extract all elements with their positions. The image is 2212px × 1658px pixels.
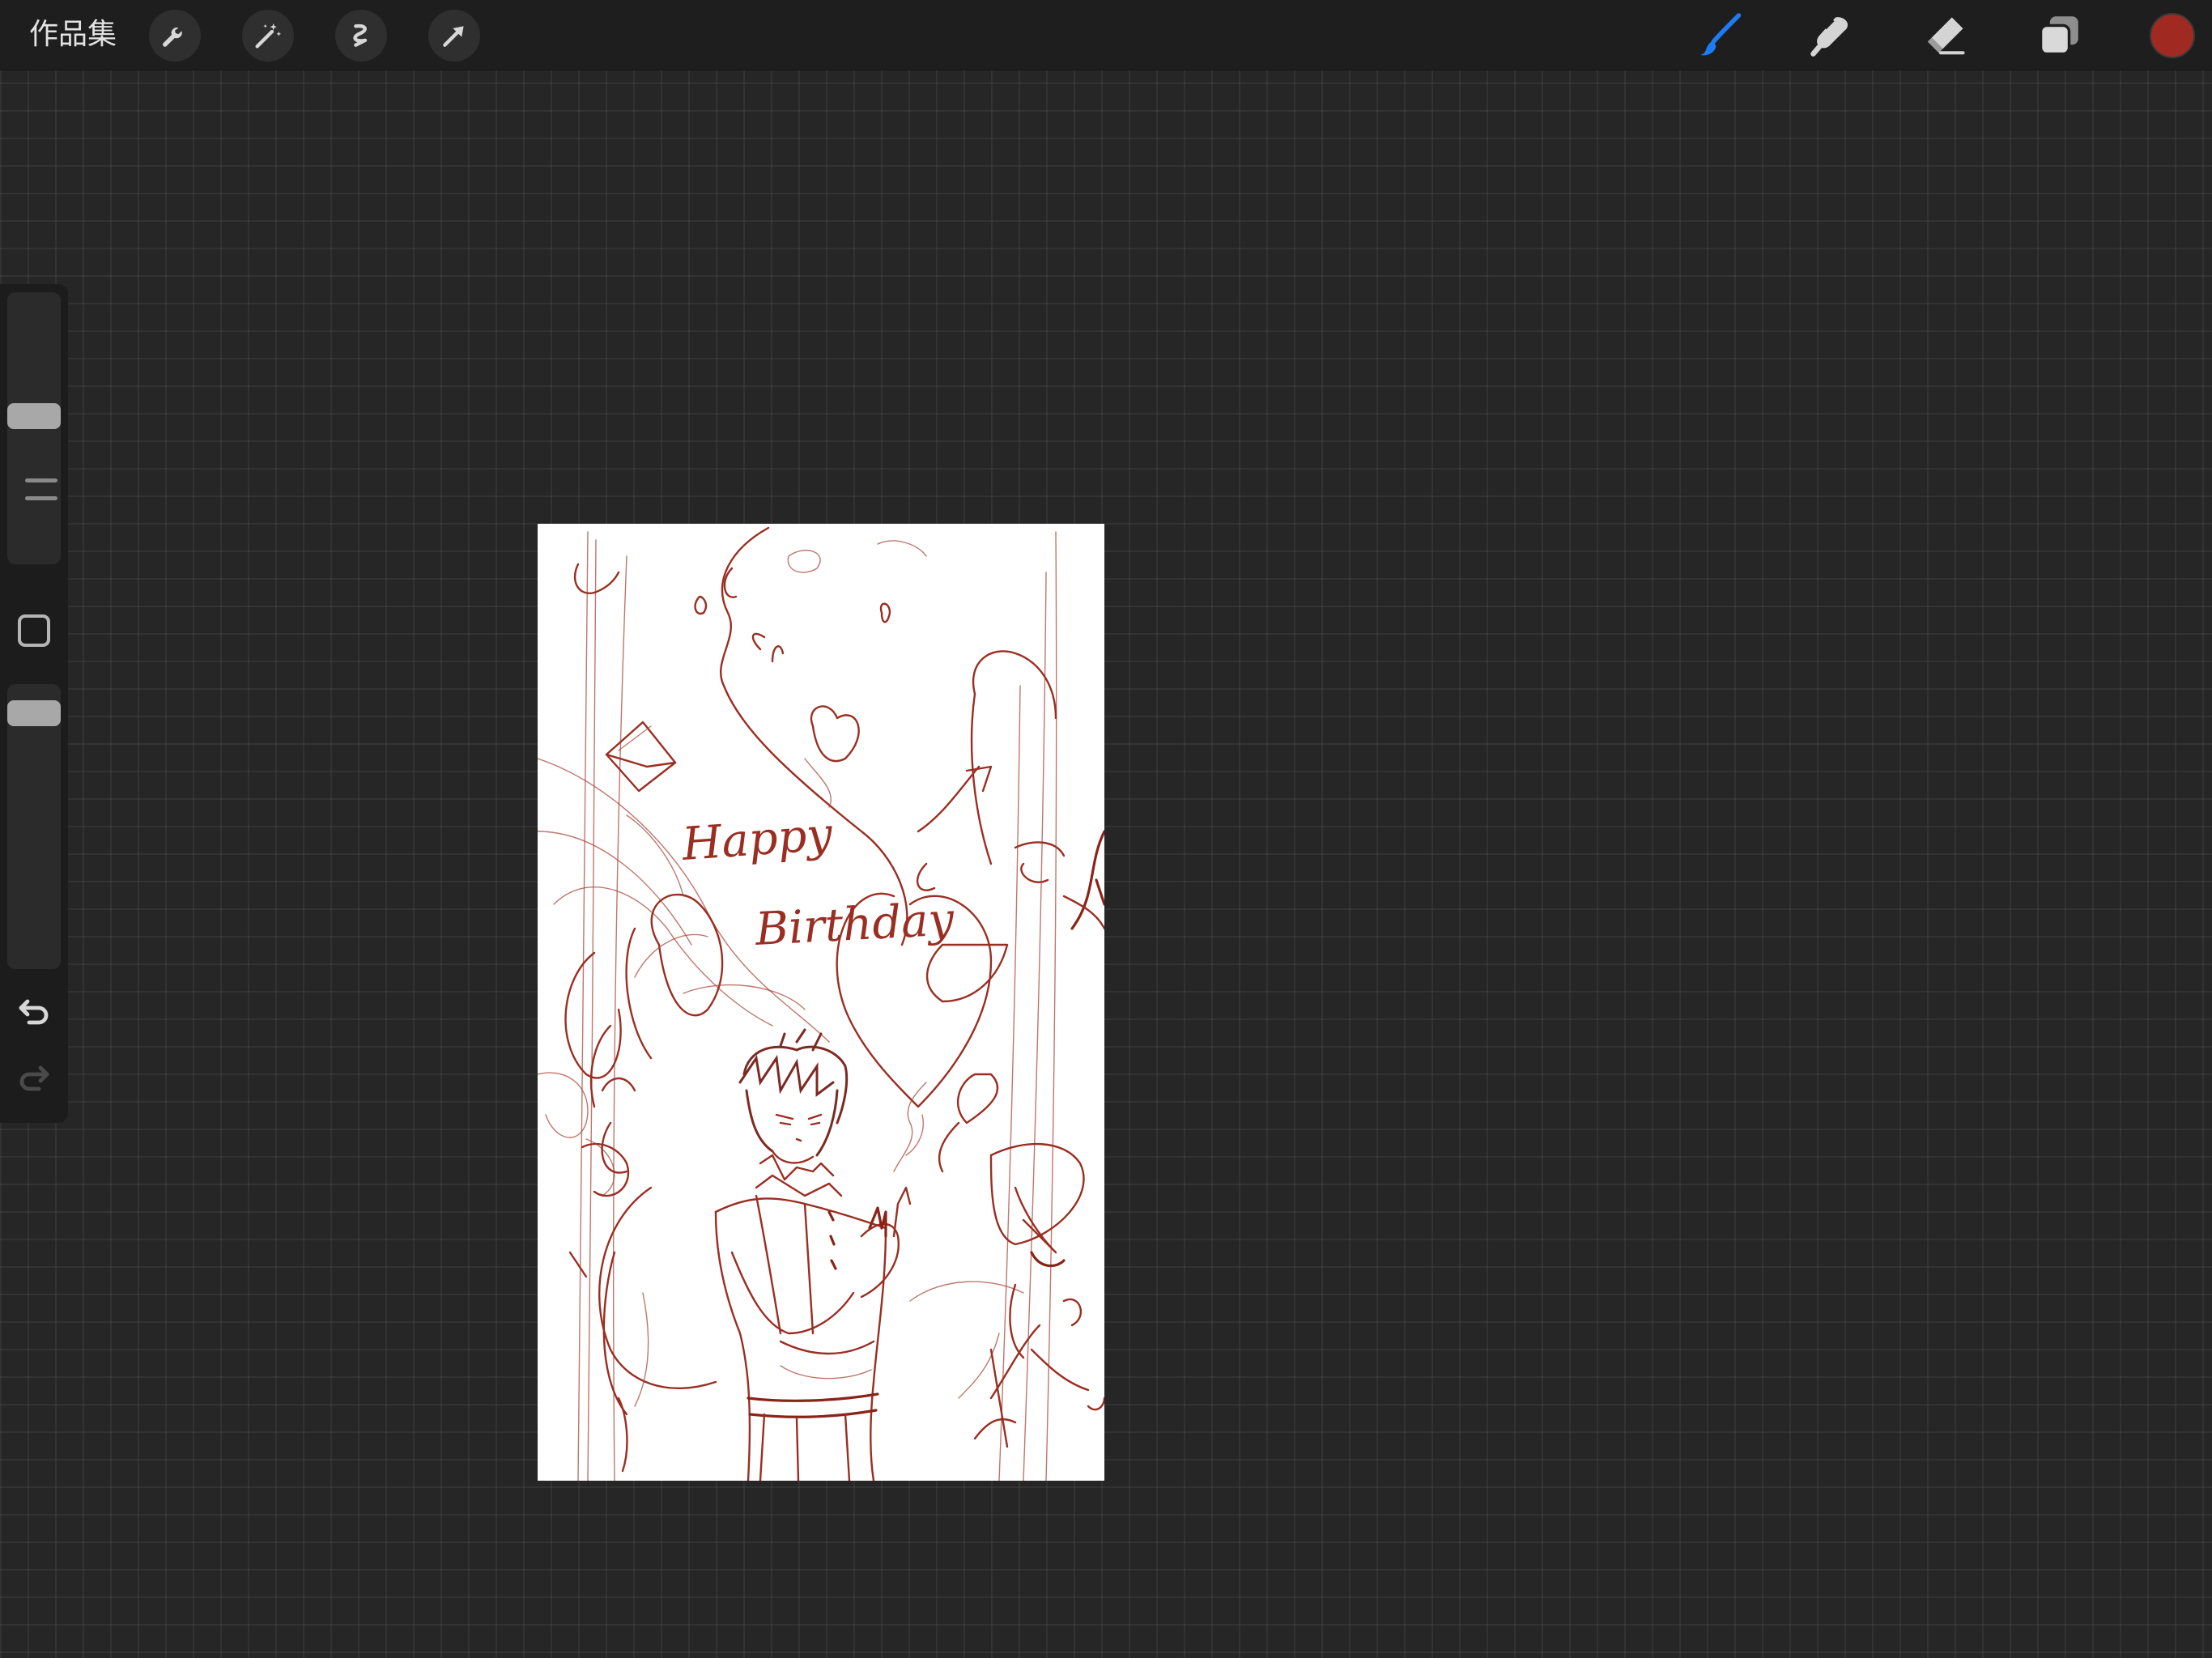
redo-icon [19,1065,49,1091]
brush-size-thumb[interactable] [7,403,61,430]
redo-button[interactable] [15,1060,53,1099]
eraser-icon [1927,17,1965,55]
eyedropper-button[interactable] [18,614,50,647]
app-window: 作品集 Happy Birthday [0,0,2212,1658]
transform-button[interactable] [428,10,480,62]
happy-birthday-lettering: Happy Birthday [679,808,956,956]
left-sidebar [0,284,68,1123]
gallery-button[interactable]: 作品集 [29,15,117,55]
selection-button[interactable] [335,10,387,62]
smudge-tool-button[interactable] [1802,6,1861,65]
envelope-sketch [605,721,677,793]
slider-grip-icon [25,478,57,503]
actions-button[interactable] [149,10,201,62]
sketch-text-birthday: Birthday [753,893,956,956]
top-toolbar: 作品集 [0,0,2212,70]
sketch-text-happy: Happy [679,808,835,871]
wrench-icon [163,28,182,47]
brush-icon [1700,13,1742,56]
brush-tool-button[interactable] [1691,6,1750,65]
selection-icon [353,23,368,47]
opacity-thumb[interactable] [7,699,61,726]
frame-lines [577,531,1057,1481]
smudge-icon [1810,17,1848,57]
sketch-artwork: Happy Birthday [538,526,1104,1481]
color-picker-button[interactable] [2150,13,2195,58]
undo-icon [19,999,49,1025]
layers-button[interactable] [2030,6,2088,65]
brush-size-slider[interactable] [7,292,61,564]
adjustments-button[interactable] [242,10,294,62]
undo-button[interactable] [15,993,53,1032]
transform-arrow-icon [443,26,464,47]
character-figure [714,1028,927,1481]
opacity-slider[interactable] [7,684,61,969]
magic-wand-icon [255,23,282,49]
heart-balloon-right [836,650,1104,1108]
drawing-canvas[interactable]: Happy Birthday [538,524,1104,1481]
layers-icon [2039,16,2078,56]
eraser-tool-button[interactable] [1916,6,1974,65]
